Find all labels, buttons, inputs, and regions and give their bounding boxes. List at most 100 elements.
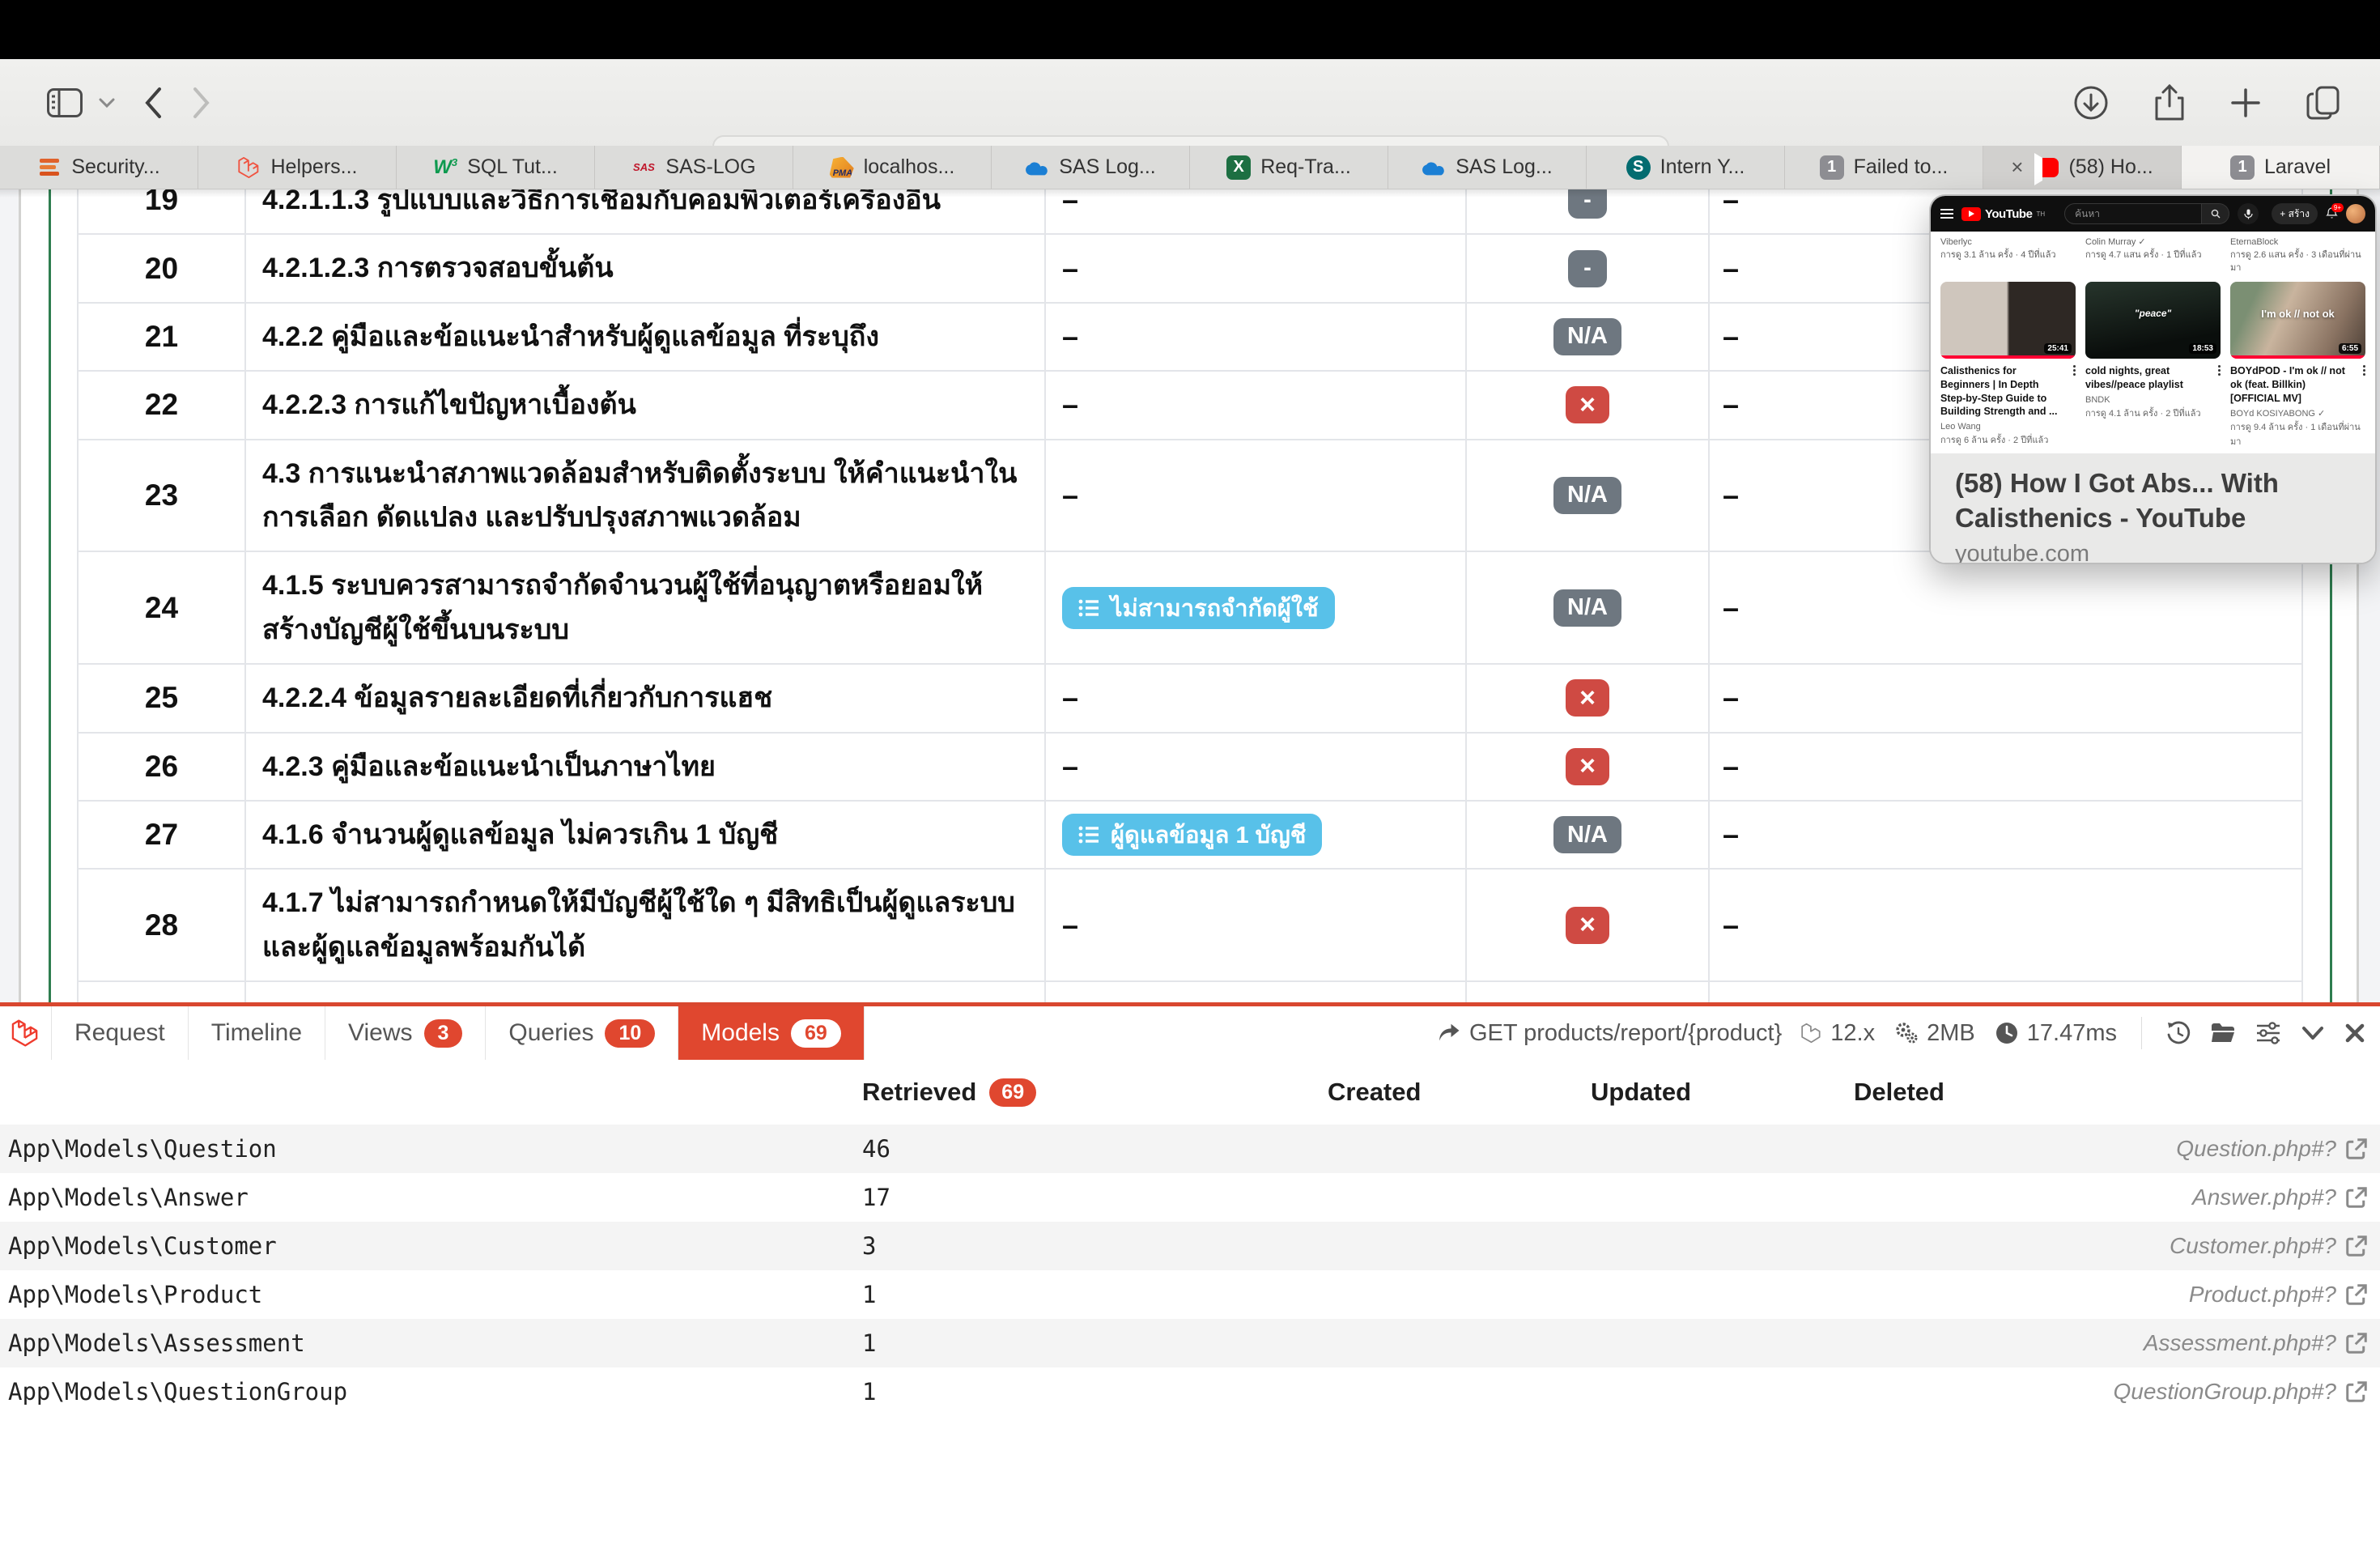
watch-progress-bar [2230, 355, 2365, 359]
model-file-link[interactable]: Assessment.php#? [2101, 1330, 2380, 1356]
debugbar-tab-queries[interactable]: Queries10 [486, 1006, 678, 1060]
column-updated: Updated [1575, 1078, 1838, 1107]
tab-label: SAS Log... [1456, 155, 1553, 179]
browser-tab[interactable]: PMAlocalhos... [793, 146, 992, 189]
sidebar-chevron-down-icon[interactable] [99, 97, 115, 108]
row-evidence: ไม่สามารถจำกัดผู้ใช้ [1046, 552, 1467, 663]
evidence-badge[interactable]: ผู้ดูแลข้อมูล 1 บัญชี [1062, 814, 1322, 856]
row-number: 25 [79, 665, 244, 731]
browser-tab[interactable]: Security... [0, 146, 198, 189]
settings-sliders-icon[interactable] [2255, 1021, 2281, 1045]
debugbar-tab-views[interactable]: Views3 [325, 1006, 486, 1060]
video-title: BOYdPOD - I'm ok // not ok (feat. Billki… [2230, 364, 2365, 406]
model-file-name: Product.php#? [2189, 1282, 2336, 1308]
tab-preview-screenshot: YouTubeTH ค้นหา + สร้าง 9+ Viberlycการดู… [1931, 196, 2375, 453]
gears-icon [1894, 1021, 1919, 1045]
close-icon[interactable] [2344, 1023, 2365, 1044]
back-icon[interactable] [142, 86, 164, 120]
left-green-border [49, 189, 51, 1002]
tab-bar: Security... Helpers...W3SQL Tut...SASSAS-… [0, 146, 2380, 189]
browser-tab[interactable]: ×(58) Ho... [1983, 146, 2182, 189]
table-row: 244.1.5 ระบบควรสามารถจำกัดจำนวนผู้ใช้ที่… [79, 552, 2301, 665]
model-row: App\Models\Product1Product.php#? [0, 1270, 2380, 1319]
evidence-badge[interactable]: ไม่สามารถจำกัดผู้ใช้ [1062, 587, 1335, 629]
model-file-link[interactable]: QuestionGroup.php#? [2101, 1379, 2380, 1405]
model-row: App\Models\Question46Question.php#? [0, 1125, 2380, 1173]
debugbar-tab-request[interactable]: Request [52, 1006, 189, 1060]
browser-tab[interactable]: SAS Log... [1388, 146, 1587, 189]
browser-tab[interactable]: SIntern Y... [1587, 146, 1785, 189]
tab-label: Security... [71, 155, 159, 179]
tab-label: localhos... [864, 155, 955, 179]
clock-icon [1995, 1021, 2019, 1045]
model-file-link[interactable]: Product.php#? [2101, 1282, 2380, 1308]
browser-tab[interactable]: XReq-Tra... [1190, 146, 1388, 189]
thumbnail-overlay-text: I'm ok // not ok [2230, 308, 2365, 320]
tab-preview-popup: YouTubeTH ค้นหา + สร้าง 9+ Viberlycการดู… [1929, 194, 2377, 564]
new-tab-icon[interactable] [2229, 87, 2262, 119]
external-link-icon [2344, 1282, 2369, 1307]
kebab-menu-icon [2218, 365, 2221, 376]
debugbar-tab-models[interactable]: Models69 [678, 1006, 865, 1060]
row-evidence: – [1046, 189, 1467, 233]
video-meta: Viberlycการดู 3.1 ล้าน ครั้ง · 4 ปีที่แล… [1940, 236, 2076, 282]
status-badge: N/A [1553, 589, 1621, 627]
sas-icon: SAS [631, 155, 656, 180]
browser-tab[interactable]: Helpers... [198, 146, 397, 189]
youtube-icon [2034, 155, 2059, 180]
browser-tab[interactable]: SASSAS-LOG [595, 146, 793, 189]
row-note: – [1710, 982, 2301, 1002]
laravel-icon[interactable] [0, 1006, 52, 1060]
history-icon[interactable] [2166, 1021, 2191, 1045]
youtube-mic-icon [2238, 203, 2259, 224]
model-file-link[interactable]: Answer.php#? [2101, 1184, 2380, 1210]
debugbar-tab-label: Request [74, 1019, 165, 1047]
tab-label: Intern Y... [1660, 155, 1745, 179]
evidence-dash: – [1062, 750, 1078, 784]
excel-icon: X [1226, 155, 1251, 180]
model-file-link[interactable]: Question.php#? [2101, 1136, 2380, 1162]
row-evidence: – [1046, 235, 1467, 301]
browser-tab[interactable]: 1Failed to... [1785, 146, 1983, 189]
row-status: N/A [1467, 802, 1710, 868]
tab-label: Failed to... [1854, 155, 1949, 179]
row-status: × [1467, 372, 1710, 438]
external-link-icon [2344, 1331, 2369, 1355]
debugbar-tab-timeline[interactable]: Timeline [189, 1006, 325, 1060]
table-row: 294.1.8 มาตรการควบคุมเพิ่มเติมการกำหนดจำ… [79, 982, 2301, 1002]
share-icon[interactable] [2153, 83, 2186, 122]
video-thumbnail: "peace"18:53 [2085, 282, 2221, 359]
row-number: 22 [79, 372, 244, 438]
request-duration: 17.47ms [1995, 1020, 2117, 1047]
model-file-link[interactable]: Customer.php#? [2101, 1233, 2380, 1259]
row-status: - [1467, 189, 1710, 233]
row-status: N/A [1467, 304, 1710, 370]
tab-overview-icon[interactable] [2306, 84, 2343, 121]
row-number: 29 [79, 982, 244, 1002]
video-duration: 18:53 [2189, 343, 2216, 354]
row-description: 4.1.7 ไม่สามารถกำหนดให้มีบัญชีผู้ใช้ใด ๆ… [244, 870, 1046, 980]
browser-tab[interactable]: W3SQL Tut... [397, 146, 595, 189]
model-name: App\Models\Assessment [0, 1329, 854, 1357]
tab-close-icon[interactable]: × [2011, 155, 2023, 180]
retrieved-total-badge: 69 [989, 1078, 1036, 1107]
model-row: App\Models\QuestionGroup1QuestionGroup.p… [0, 1367, 2380, 1416]
evidence-dash: – [1062, 189, 1078, 217]
forward-icon[interactable] [191, 86, 212, 120]
row-status: N/A [1467, 552, 1710, 663]
row-number: 28 [79, 870, 244, 980]
table-row: 274.1.6 จำนวนผู้ดูแลข้อมูล ไม่ควรเกิน 1 … [79, 802, 2301, 870]
debugbar-tab-badge: 3 [424, 1019, 463, 1048]
folder-icon[interactable] [2210, 1022, 2236, 1044]
model-file-name: Answer.php#? [2192, 1184, 2336, 1210]
downloads-icon[interactable] [2072, 84, 2110, 121]
browser-tab[interactable]: 1Laravel [2182, 146, 2380, 189]
sidebar-toggle-icon[interactable] [47, 88, 83, 117]
row-number: 24 [79, 552, 244, 663]
minimize-chevron-icon[interactable] [2301, 1025, 2325, 1041]
model-file-name: Question.php#? [2176, 1136, 2336, 1162]
evidence-dash: – [1062, 388, 1078, 422]
status-badge: - [1568, 250, 1607, 287]
toolbar-right-actions [2072, 59, 2343, 146]
browser-tab[interactable]: SAS Log... [992, 146, 1190, 189]
